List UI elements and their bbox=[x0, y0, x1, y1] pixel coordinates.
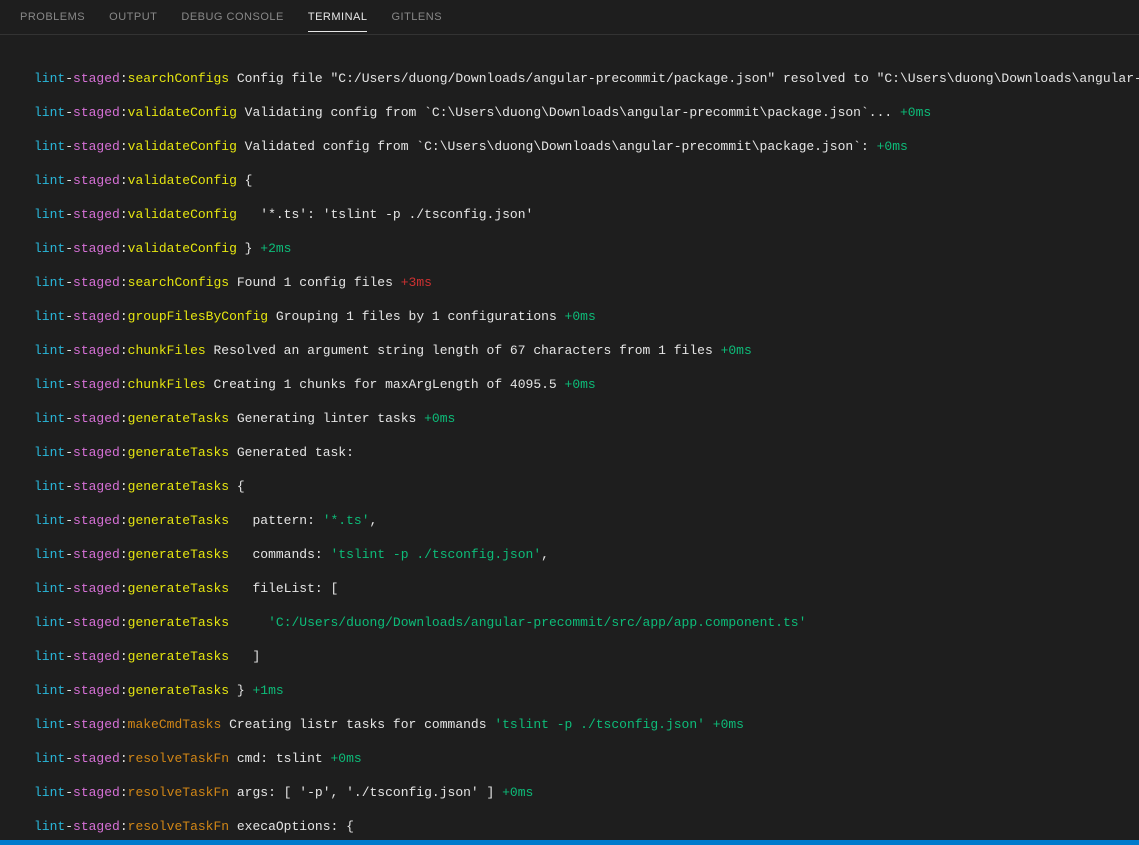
tab-debug-console[interactable]: DEBUG CONSOLE bbox=[181, 3, 283, 31]
tab-output[interactable]: OUTPUT bbox=[109, 3, 157, 31]
status-bar[interactable] bbox=[0, 840, 1139, 845]
tab-problems[interactable]: PROBLEMS bbox=[20, 3, 85, 31]
terminal-output[interactable]: lint-staged:searchConfigs Config file "C… bbox=[0, 35, 1139, 840]
panel-tabs: PROBLEMS OUTPUT DEBUG CONSOLE TERMINAL G… bbox=[0, 0, 1139, 35]
tab-terminal[interactable]: TERMINAL bbox=[308, 3, 368, 32]
tab-gitlens[interactable]: GITLENS bbox=[391, 3, 442, 31]
